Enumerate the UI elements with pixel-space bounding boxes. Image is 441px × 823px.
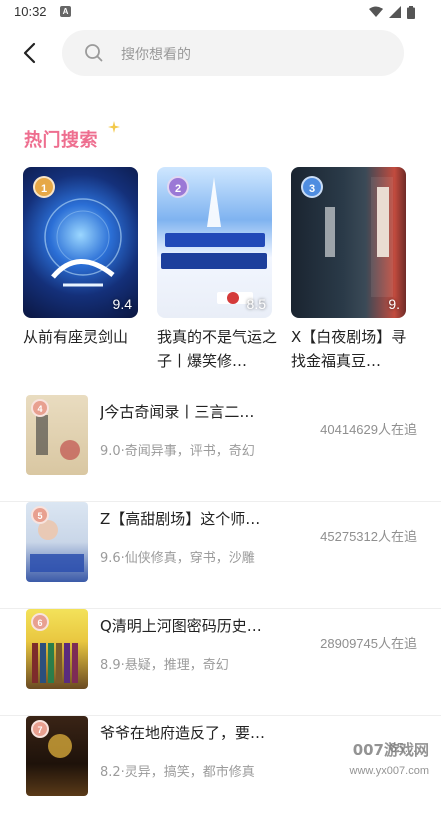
book-title: Z【高甜剧场】这个师… <box>100 508 282 529</box>
book-thumbnail: 4 <box>26 395 88 475</box>
book-cover: 1 9.4 <box>23 167 138 318</box>
score-label: 8.5 <box>247 296 266 312</box>
book-meta: 8.2·灵异，搞笑，都市修真 <box>100 761 255 780</box>
book-title: 从前有座灵剑山 <box>23 325 144 349</box>
book-title: X【白夜剧场】寻找金福真豆… <box>291 325 412 373</box>
reader-count: 28909745人在追 <box>320 633 417 652</box>
hot-card[interactable]: 3 9. X【白夜剧场】寻找金福真豆… <box>291 167 406 373</box>
back-button[interactable] <box>14 38 44 68</box>
status-bar: 10:32 A <box>0 0 441 26</box>
search-input[interactable]: 搜你想看的 <box>62 30 404 76</box>
rank-badge: 2 <box>167 176 189 198</box>
wifi-icon <box>369 6 383 18</box>
book-thumbnail: 5 <box>26 502 88 582</box>
hot-card[interactable]: 2 8.5 我真的不是气运之子丨爆笑修… <box>157 167 272 373</box>
list-item[interactable]: 5 Z【高甜剧场】这个师… 9.6·仙侠修真，穿书，沙雕 45275312人在追 <box>0 502 441 609</box>
hot-card[interactable]: 1 9.4 从前有座灵剑山 <box>23 167 138 349</box>
watermark: 007游戏网 www.yx007.com <box>317 742 437 782</box>
book-meta: 9.0·奇闻异事，评书，奇幻 <box>100 440 255 459</box>
search-placeholder: 搜你想看的 <box>121 44 191 64</box>
score-label: 9.4 <box>113 296 132 312</box>
rank-badge: 6 <box>31 613 49 631</box>
rank-badge: 1 <box>33 176 55 198</box>
reader-count: 40414629人在追 <box>320 419 417 438</box>
book-cover: 2 8.5 <box>157 167 272 318</box>
book-title: 爷爷在地府造反了，要… <box>100 722 282 743</box>
status-icons <box>369 5 415 19</box>
rank-badge: 5 <box>31 506 49 524</box>
watermark-url: www.yx007.com <box>350 765 429 777</box>
book-title: Q清明上河图密码历史… <box>100 615 282 636</box>
book-thumbnail: 7 <box>26 716 88 796</box>
rank-badge: 3 <box>301 176 323 198</box>
search-icon <box>84 43 104 63</box>
book-title: 我真的不是气运之子丨爆笑修… <box>157 325 278 373</box>
book-meta: 8.9·悬疑，推理，奇幻 <box>100 654 229 673</box>
rank-badge: 7 <box>31 720 49 738</box>
reader-count: 45275312人在追 <box>320 526 417 545</box>
status-time: 10:32 <box>14 4 47 19</box>
battery-icon <box>407 6 415 19</box>
signal-icon <box>389 6 401 18</box>
book-cover: 3 9. <box>291 167 406 318</box>
book-title: J今古奇闻录丨三言二… <box>100 401 282 422</box>
book-thumbnail: 6 <box>26 609 88 689</box>
back-arrow-icon <box>22 42 36 64</box>
notification-a-icon: A <box>60 6 71 17</box>
search-bar-row: 搜你想看的 <box>0 28 441 78</box>
watermark-text: 007游戏网 <box>353 739 429 760</box>
rank-badge: 4 <box>31 399 49 417</box>
score-label: 9. <box>388 296 400 312</box>
sparkle-icon <box>108 121 120 133</box>
book-meta: 9.6·仙侠修真，穿书，沙雕 <box>100 547 255 566</box>
hot-search-title: 热门搜索 <box>24 126 98 152</box>
list-item[interactable]: 4 J今古奇闻录丨三言二… 9.0·奇闻异事，评书，奇幻 40414629人在追 <box>0 395 441 502</box>
list-item[interactable]: 6 Q清明上河图密码历史… 8.9·悬疑，推理，奇幻 28909745人在追 <box>0 609 441 716</box>
